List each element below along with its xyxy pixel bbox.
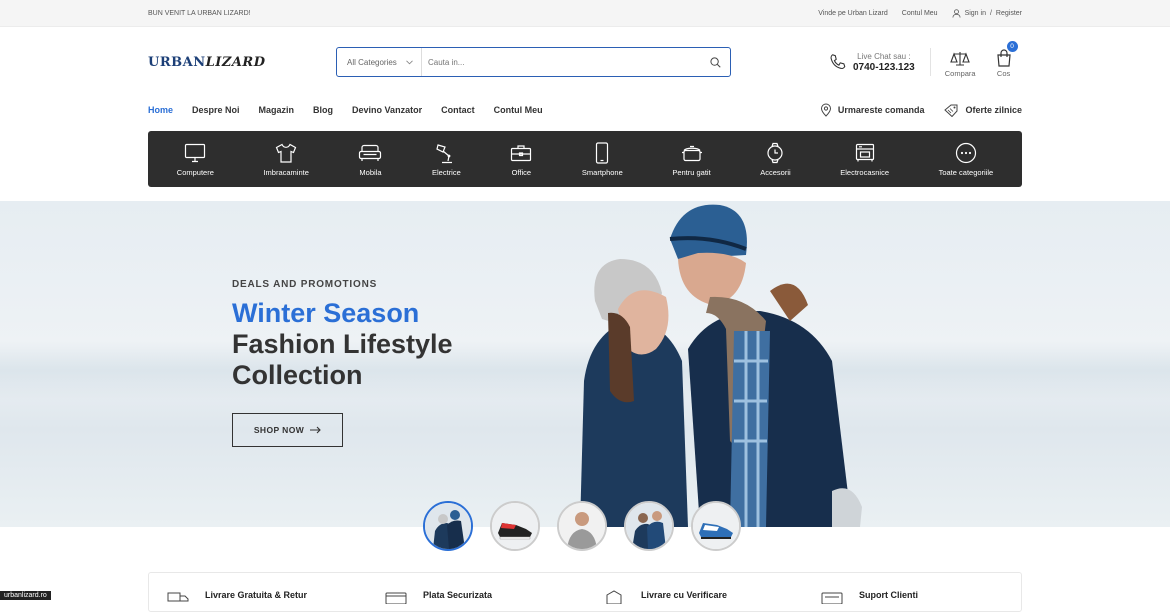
category-select[interactable]: All Categories bbox=[337, 48, 422, 76]
search-bar: All Categories bbox=[336, 47, 731, 77]
welcome-text: BUN VENIT LA URBAN LIZARD! bbox=[148, 10, 251, 17]
cart-count-badge: 0 bbox=[1007, 41, 1018, 52]
search-button[interactable] bbox=[700, 48, 730, 76]
phone-number[interactable]: 0740-123.123 bbox=[853, 62, 915, 73]
phone-icon bbox=[829, 53, 847, 71]
search-input[interactable] bbox=[422, 48, 700, 76]
nav-shop[interactable]: Magazin bbox=[259, 105, 295, 115]
shirt-icon bbox=[275, 143, 297, 163]
thumb-man-image bbox=[559, 503, 605, 549]
search-icon bbox=[710, 57, 721, 68]
slide-thumb-2[interactable] bbox=[490, 501, 540, 551]
hero-eyebrow: DEALS AND PROMOTIONS bbox=[232, 279, 453, 290]
category-office[interactable]: Office bbox=[510, 142, 532, 177]
lamp-icon bbox=[435, 142, 457, 164]
nav-contact[interactable]: Contact bbox=[441, 105, 475, 115]
track-order-link[interactable]: Urmareste comanda bbox=[820, 103, 925, 117]
signin-link[interactable]: Sign in bbox=[965, 10, 986, 17]
hero-title: Winter Season bbox=[232, 298, 453, 329]
thumb-couple-image bbox=[425, 503, 471, 549]
feature-customer-support: Suport Clienti bbox=[803, 573, 1021, 611]
feature-checked-delivery: Livrare cu Verificare bbox=[585, 573, 803, 611]
site-url-tag: urbanlizard.ro bbox=[0, 591, 51, 600]
chevron-down-icon bbox=[406, 60, 413, 65]
nav-about[interactable]: Despre Noi bbox=[192, 105, 240, 115]
truck-icon bbox=[167, 590, 189, 604]
box-check-icon bbox=[603, 590, 625, 604]
scale-icon bbox=[949, 51, 971, 67]
feature-free-shipping: Livrare Gratuita & Retur bbox=[149, 573, 367, 611]
features-strip: Livrare Gratuita & Retur Plata Securizat… bbox=[148, 572, 1022, 612]
shop-now-button[interactable]: SHOP NOW bbox=[232, 413, 343, 447]
header-divider bbox=[930, 48, 931, 76]
arrow-right-icon bbox=[310, 426, 321, 434]
cart-button[interactable]: 0 Cos bbox=[996, 47, 1012, 78]
main-nav: Home Despre Noi Magazin Blog Devino Vanz… bbox=[0, 97, 1170, 131]
hero-subtitle-line2: Collection bbox=[232, 360, 453, 391]
category-smartphone[interactable]: Smartphone bbox=[582, 142, 623, 177]
category-bar: Computere Imbracaminte Mobila Electrice … bbox=[148, 131, 1022, 187]
signin-group: Sign in / Register bbox=[952, 9, 1022, 18]
monitor-icon bbox=[184, 143, 206, 163]
category-appliances[interactable]: Electrocasnice bbox=[840, 142, 889, 177]
thumb-couple-image bbox=[626, 503, 672, 549]
hero-slider-thumbnails bbox=[423, 501, 741, 551]
live-chat-label: Live Chat sau : bbox=[857, 52, 910, 61]
slide-thumb-3[interactable] bbox=[557, 501, 607, 551]
live-chat[interactable]: Live Chat sau : 0740-123.123 bbox=[829, 52, 915, 73]
slide-thumb-1[interactable] bbox=[423, 501, 473, 551]
watch-icon bbox=[765, 142, 785, 164]
category-accessories[interactable]: Accesorii bbox=[760, 142, 790, 177]
nav-become-seller[interactable]: Devino Vanzator bbox=[352, 105, 422, 115]
category-cooking[interactable]: Pentru gatit bbox=[672, 142, 710, 177]
category-all[interactable]: Toate categoriile bbox=[939, 142, 994, 177]
nav-home[interactable]: Home bbox=[148, 105, 173, 115]
pot-icon bbox=[681, 143, 703, 163]
daily-offers-link[interactable]: Oferte zilnice bbox=[944, 104, 1022, 117]
sell-link[interactable]: Vinde pe Urban Lizard bbox=[818, 10, 888, 17]
slide-thumb-5[interactable] bbox=[691, 501, 741, 551]
register-link[interactable]: Register bbox=[996, 10, 1022, 17]
feature-secure-payment: Plata Securizata bbox=[367, 573, 585, 611]
thumb-sneaker-image bbox=[492, 503, 538, 549]
more-icon bbox=[955, 142, 977, 164]
tag-icon bbox=[944, 104, 959, 117]
slide-thumb-4[interactable] bbox=[624, 501, 674, 551]
category-clothing[interactable]: Imbracaminte bbox=[263, 142, 308, 177]
account-link[interactable]: Contul Meu bbox=[902, 10, 938, 17]
hero-banner: DEALS AND PROMOTIONS Winter Season Fashi… bbox=[0, 201, 1170, 527]
card-icon bbox=[385, 590, 407, 604]
category-electrical[interactable]: Electrice bbox=[432, 142, 461, 177]
hero-couple-image bbox=[570, 201, 870, 527]
category-computers[interactable]: Computere bbox=[177, 142, 214, 177]
nav-blog[interactable]: Blog bbox=[313, 105, 333, 115]
header: URBAN LIZARD All Categories Live Chat sa… bbox=[0, 27, 1170, 97]
hero-subtitle-line1: Fashion Lifestyle bbox=[232, 329, 453, 360]
location-pin-icon bbox=[820, 103, 832, 117]
nav-account[interactable]: Contul Meu bbox=[494, 105, 543, 115]
category-furniture[interactable]: Mobila bbox=[358, 142, 382, 177]
user-icon bbox=[952, 9, 961, 18]
briefcase-icon bbox=[510, 144, 532, 162]
compare-button[interactable]: Compara bbox=[945, 47, 976, 78]
site-logo[interactable]: URBAN LIZARD bbox=[148, 50, 240, 74]
smartphone-icon bbox=[595, 142, 609, 164]
thumb-sneaker-image bbox=[693, 503, 739, 549]
sofa-icon bbox=[358, 144, 382, 162]
support-icon bbox=[821, 590, 843, 604]
top-bar: BUN VENIT LA URBAN LIZARD! Vinde pe Urba… bbox=[0, 0, 1170, 27]
appliance-icon bbox=[854, 143, 876, 163]
